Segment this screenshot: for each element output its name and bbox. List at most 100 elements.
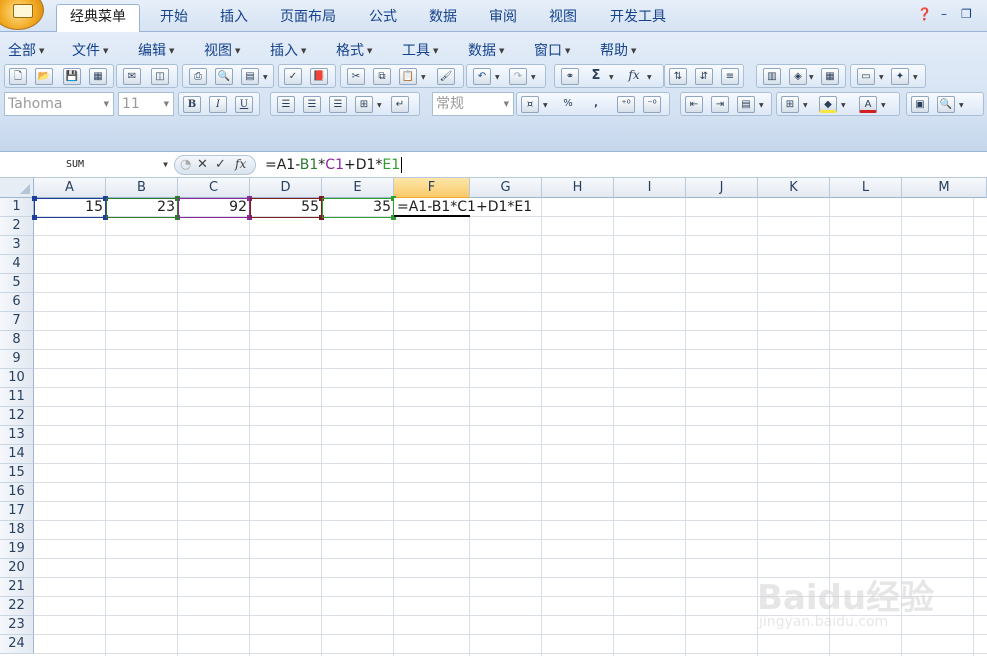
filter-icon[interactable]: ≡ (721, 68, 739, 85)
picture-icon[interactable]: ▣ (911, 96, 929, 113)
cell-styles-icon[interactable]: ▤ (737, 96, 755, 113)
font-name-combo[interactable]: Tahoma ▼ (4, 92, 114, 116)
fill-color-icon[interactable]: ◆ (819, 96, 837, 113)
tab-data[interactable]: 数据 (416, 6, 470, 32)
chevron-down-icon[interactable]: ▼ (759, 102, 764, 109)
formula-input[interactable]: =A1-B1*C1+D1*E1 (265, 155, 403, 175)
column-header-h[interactable]: H (542, 178, 614, 198)
row-header-10[interactable]: 10 (0, 369, 34, 388)
help-toolbar-icon[interactable]: ✦ (891, 68, 909, 85)
row-header-23[interactable]: 23 (0, 616, 34, 635)
sort-descending-icon[interactable]: ⇵ (695, 68, 713, 85)
align-left-icon[interactable]: ☰ (277, 96, 295, 113)
enter-check-icon[interactable]: ✓ (215, 157, 226, 172)
chevron-down-icon[interactable]: ▼ (377, 102, 382, 109)
research-book-icon[interactable]: 📕 (310, 68, 328, 85)
number-format-combo[interactable]: 常规 ▼ (432, 92, 514, 116)
permission-icon[interactable]: ▦ (89, 68, 107, 85)
menu-window[interactable]: 窗口 ▼ (534, 40, 570, 60)
new-file-icon[interactable]: 🗋 (9, 68, 27, 85)
print-preview-icon[interactable]: 🔍 (215, 68, 233, 85)
decrease-decimal-icon[interactable]: ⁻⁰ (643, 96, 661, 113)
row-header-12[interactable]: 12 (0, 407, 34, 426)
chevron-down-icon[interactable]: ▼ (504, 93, 509, 115)
menu-edit[interactable]: 编辑 ▼ (138, 40, 174, 60)
chevron-down-icon[interactable]: ▼ (647, 74, 652, 81)
undo-icon[interactable]: ↶ (473, 68, 491, 85)
chevron-down-icon[interactable]: ▼ (495, 74, 500, 81)
spelling-icon[interactable]: ✓ (284, 68, 302, 85)
row-header-9[interactable]: 9 (0, 350, 34, 369)
chevron-down-icon[interactable]: ▼ (164, 93, 169, 115)
row-header-7[interactable]: 7 (0, 312, 34, 331)
paste-icon[interactable]: 📋 (399, 68, 417, 85)
row-header-20[interactable]: 20 (0, 559, 34, 578)
tab-developer[interactable]: 开发工具 (598, 6, 678, 32)
cell-e1[interactable]: 35 (322, 198, 394, 217)
cell-b1[interactable]: 23 (106, 198, 178, 217)
office-button[interactable] (0, 0, 44, 30)
gridlines-icon[interactable]: ▦ (821, 68, 839, 85)
menu-data[interactable]: 数据 ▼ (468, 40, 504, 60)
font-color-icon[interactable]: A (859, 96, 877, 113)
chevron-down-icon[interactable]: ▼ (543, 102, 548, 109)
cell-c1[interactable]: 92 (178, 198, 250, 217)
row-header-21[interactable]: 21 (0, 578, 34, 597)
email-icon[interactable]: ✉ (123, 68, 141, 85)
row-header-1[interactable]: 1 (0, 198, 34, 217)
name-box[interactable]: SUM ▼ (0, 155, 172, 175)
borders-icon[interactable]: ⊞ (781, 96, 799, 113)
row-header-19[interactable]: 19 (0, 540, 34, 559)
restore-icon[interactable]: ❐ (961, 7, 972, 21)
row-header-16[interactable]: 16 (0, 483, 34, 502)
row-header-13[interactable]: 13 (0, 426, 34, 445)
font-size-combo[interactable]: 11 ▼ (118, 92, 174, 116)
menu-view[interactable]: 视图 ▼ (204, 40, 240, 60)
chevron-down-icon[interactable]: ▼ (104, 93, 109, 115)
sort-ascending-icon[interactable]: ⇅ (669, 68, 687, 85)
wrap-text-icon[interactable]: ↵ (391, 96, 409, 113)
menu-help[interactable]: 帮助 ▼ (600, 40, 636, 60)
save-icon[interactable]: 💾 (63, 68, 81, 85)
research-icon[interactable]: ◫ (151, 68, 169, 85)
tab-home[interactable]: 开始 (146, 6, 202, 32)
column-header-l[interactable]: L (830, 178, 902, 198)
tab-view[interactable]: 视图 (536, 6, 590, 32)
merge-center-icon[interactable]: ⊞ (355, 96, 373, 113)
zoom-icon[interactable]: ▭ (857, 68, 875, 85)
row-header-8[interactable]: 8 (0, 331, 34, 350)
chevron-down-icon[interactable]: ▼ (913, 74, 918, 81)
row-header-3[interactable]: 3 (0, 236, 34, 255)
cell-f1-editing[interactable]: =A1-B1*C1+D1*E1 (394, 198, 532, 217)
column-header-b[interactable]: B (106, 178, 178, 198)
row-header-6[interactable]: 6 (0, 293, 34, 312)
help-icon[interactable]: ❓ (917, 7, 932, 21)
row-header-17[interactable]: 17 (0, 502, 34, 521)
minimize-icon[interactable]: – (941, 7, 947, 21)
align-right-icon[interactable]: ☰ (329, 96, 347, 113)
row-header-22[interactable]: 22 (0, 597, 34, 616)
column-header-m[interactable]: M (902, 178, 987, 198)
column-header-j[interactable]: J (686, 178, 758, 198)
insert-function-button[interactable]: fx (625, 68, 643, 85)
bold-button[interactable]: B (183, 96, 201, 113)
chevron-down-icon[interactable]: ▼ (609, 74, 614, 81)
select-all-button[interactable] (0, 178, 34, 198)
insert-function-icon[interactable]: fx (235, 157, 246, 171)
hyperlink-icon[interactable]: ⚭ (561, 68, 579, 85)
chevron-down-icon[interactable]: ▼ (881, 102, 886, 109)
tab-insert[interactable]: 插入 (206, 6, 262, 32)
cut-icon[interactable]: ✂ (347, 68, 365, 85)
chart-icon[interactable]: ▥ (763, 68, 781, 85)
column-header-c[interactable]: C (178, 178, 250, 198)
format-painter-icon[interactable]: 🖌 (437, 68, 455, 85)
row-header-4[interactable]: 4 (0, 255, 34, 274)
align-center-icon[interactable]: ☰ (303, 96, 321, 113)
tab-review[interactable]: 审阅 (476, 6, 530, 32)
row-header-5[interactable]: 5 (0, 274, 34, 293)
chevron-down-icon[interactable]: ▼ (879, 74, 884, 81)
tab-classic-menu[interactable]: 经典菜单 (56, 4, 140, 32)
chevron-down-icon[interactable]: ▼ (809, 74, 814, 81)
percent-button[interactable]: % (559, 96, 577, 113)
copy-icon[interactable]: ⧉ (373, 68, 391, 85)
